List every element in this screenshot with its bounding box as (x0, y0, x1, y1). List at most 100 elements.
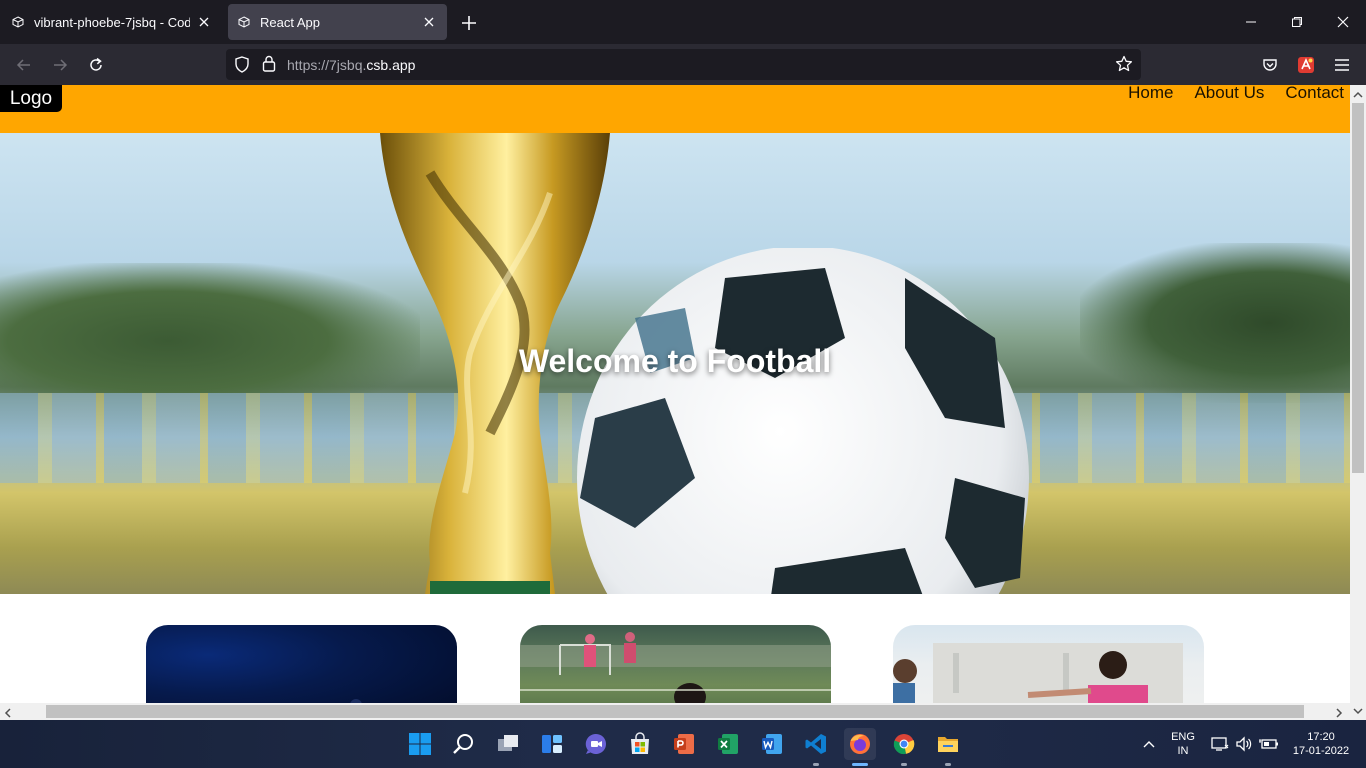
vertical-scroll-thumb[interactable] (1352, 103, 1364, 473)
search-icon (453, 734, 473, 754)
restore-icon (1292, 17, 1302, 27)
card-image (893, 643, 1183, 703)
battery-button[interactable] (1258, 720, 1280, 768)
vscode-icon (805, 734, 826, 754)
scroll-down-arrow-icon[interactable] (1350, 703, 1366, 720)
horizontal-scroll-thumb[interactable] (46, 705, 1304, 718)
nav-link-contact[interactable]: Contact (1285, 85, 1344, 101)
arrow-left-icon (16, 59, 30, 71)
running-indicator (901, 763, 907, 766)
running-indicator (852, 763, 868, 766)
codesandbox-icon (238, 16, 250, 28)
new-tab-button[interactable] (458, 12, 480, 34)
widgets-button[interactable] (536, 728, 568, 760)
minimize-button[interactable] (1228, 0, 1274, 44)
widgets-icon (542, 735, 562, 753)
reload-button[interactable] (83, 52, 109, 78)
site-menu: Home About Us Contact (1128, 85, 1344, 101)
minimize-icon (1246, 21, 1256, 23)
firefox-button[interactable] (844, 728, 876, 766)
chrome-icon (893, 734, 915, 755)
start-button[interactable] (404, 728, 436, 760)
battery-charging-icon (1259, 739, 1278, 749)
page-viewport: Logo Home About Us Contact Welcome to Fo… (0, 85, 1350, 703)
firefox-icon (850, 734, 870, 754)
network-button[interactable] (1210, 720, 1230, 768)
lock-icon[interactable] (262, 55, 276, 77)
forward-button[interactable] (47, 52, 73, 78)
task-view-button[interactable] (492, 728, 524, 760)
restore-button[interactable] (1274, 0, 1320, 44)
codesandbox-icon (12, 16, 24, 28)
vscode-button[interactable] (800, 728, 832, 766)
clock[interactable]: 17:20 17-01-2022 (1286, 720, 1356, 768)
powerpoint-icon (674, 734, 694, 754)
excel-button[interactable] (712, 728, 744, 760)
show-hidden-icons-button[interactable] (1138, 720, 1160, 768)
teams-chat-button[interactable] (580, 728, 612, 760)
feature-card[interactable] (893, 625, 1204, 703)
bookmark-star-icon[interactable] (1115, 55, 1133, 78)
search-button[interactable] (448, 728, 480, 760)
card-image (350, 699, 362, 703)
task-view-icon (498, 735, 518, 751)
excel-icon (718, 734, 738, 754)
football-image (577, 248, 1029, 594)
powerpoint-button[interactable] (668, 728, 700, 760)
file-explorer-button[interactable] (932, 728, 964, 766)
pocket-icon (1263, 59, 1277, 71)
tab-react-app[interactable]: React App (228, 4, 447, 40)
horizontal-scrollbar[interactable] (0, 703, 1350, 720)
address-bar[interactable]: https://7jsbq.csb.app (226, 49, 1141, 80)
folder-icon (938, 737, 958, 752)
language-code: ENG (1171, 731, 1195, 743)
tab-title: React App (260, 14, 320, 30)
card-row (0, 625, 1350, 703)
feature-card[interactable] (146, 625, 457, 703)
plus-icon (462, 16, 476, 30)
volume-button[interactable] (1234, 720, 1254, 768)
tracking-protection-icon[interactable] (234, 56, 250, 78)
card-image (520, 632, 831, 703)
reload-icon (90, 57, 102, 71)
pocket-button[interactable] (1258, 53, 1282, 77)
scroll-corner (1350, 703, 1366, 720)
speaker-icon (1236, 736, 1252, 752)
navigation-toolbar: https://7jsbq.csb.app (0, 44, 1366, 85)
chevron-up-icon (1143, 741, 1155, 748)
windows-logo-icon (409, 733, 431, 755)
nav-link-about-us[interactable]: About Us (1194, 85, 1264, 101)
clock-time: 17:20 (1307, 731, 1335, 743)
extension-button[interactable] (1294, 53, 1318, 77)
close-tab-icon[interactable] (421, 14, 437, 30)
chat-icon (585, 733, 606, 754)
clock-date: 17-01-2022 (1292, 745, 1350, 757)
word-button[interactable] (756, 728, 788, 760)
store-icon (631, 732, 649, 754)
language-indicator[interactable]: ENG IN (1164, 720, 1202, 768)
running-indicator (813, 763, 819, 766)
tab-strip: vibrant-phoebe-7jsbq - CodeSa React App (0, 0, 1366, 44)
vertical-scrollbar[interactable] (1350, 85, 1366, 703)
nav-link-home[interactable]: Home (1128, 85, 1173, 101)
windows-taskbar: ENG IN 17:20 17-01-2022 (0, 720, 1366, 768)
extension-icon (1298, 57, 1314, 73)
back-button[interactable] (11, 52, 37, 78)
app-menu-button[interactable] (1330, 53, 1354, 77)
hamburger-menu-icon (1335, 59, 1349, 71)
microsoft-store-button[interactable] (624, 728, 656, 760)
url-text: https://7jsbq.csb.app (287, 57, 416, 73)
site-navbar: Logo Home About Us Contact (0, 85, 1350, 133)
site-logo[interactable]: Logo (0, 85, 62, 112)
close-window-button[interactable] (1320, 0, 1366, 44)
running-indicator (945, 763, 951, 766)
feature-card[interactable] (520, 625, 831, 703)
close-tab-icon[interactable] (196, 14, 212, 30)
word-icon (762, 734, 782, 754)
tab-codesandbox[interactable]: vibrant-phoebe-7jsbq - CodeSa (2, 4, 222, 40)
arrow-right-icon (54, 59, 68, 71)
region-code: IN (1177, 745, 1189, 757)
hero-banner: Welcome to Football (0, 133, 1350, 594)
network-icon (1211, 737, 1229, 751)
chrome-button[interactable] (888, 728, 920, 766)
